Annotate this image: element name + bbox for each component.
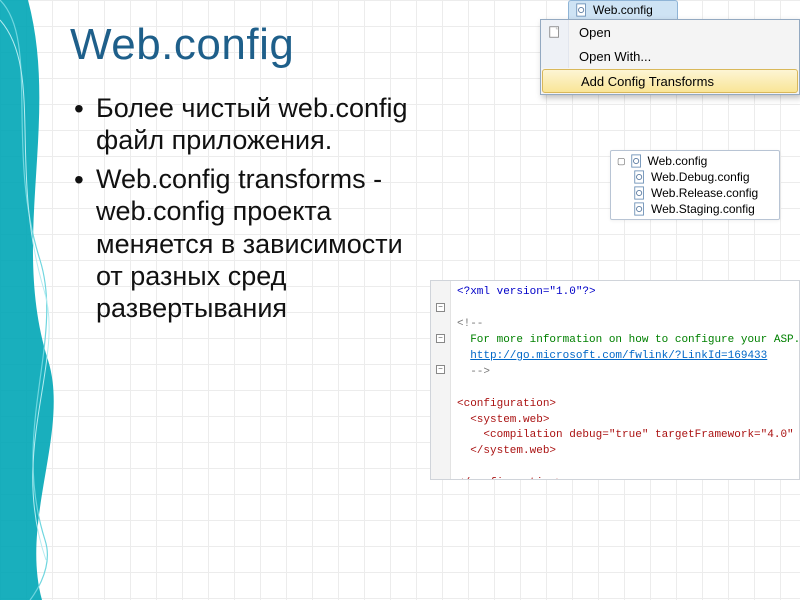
code-editor-screenshot: − − − <?xml version="1.0"?> <!-- For mor…: [430, 280, 800, 480]
code-line: For more information on how to configure…: [470, 334, 799, 346]
code-link[interactable]: http://go.microsoft.com/fwlink/?LinkId=1…: [470, 350, 767, 362]
expand-icon[interactable]: ▢: [617, 156, 626, 167]
code-line: <system.web>: [470, 414, 549, 426]
menu-item-label: Add Config Transforms: [571, 74, 797, 89]
code-line: <?xml version="1.0"?>: [457, 286, 596, 298]
code-gutter: − − −: [431, 281, 451, 479]
code-line: -->: [470, 366, 490, 378]
tree-child-item[interactable]: Web.Release.config: [611, 185, 779, 201]
code-line: <!--: [457, 318, 483, 330]
open-icon: [548, 25, 562, 39]
config-file-icon: [575, 3, 589, 17]
config-file-icon: [633, 202, 647, 216]
tree-child-item[interactable]: Web.Staging.config: [611, 201, 779, 217]
bullet-item: Более чистый web.config файл приложения.: [70, 92, 430, 157]
bullet-list: Более чистый web.config файл приложения.…: [70, 92, 430, 325]
menu-item-label: Open: [569, 25, 799, 40]
decorative-wave: [0, 0, 70, 600]
tree-root-item[interactable]: ▢ Web.config: [611, 153, 779, 169]
tree-child-item[interactable]: Web.Debug.config: [611, 169, 779, 185]
fold-icon[interactable]: −: [436, 303, 445, 312]
code-line: </configuration>: [457, 477, 563, 479]
tree-item-label: Web.Debug.config: [651, 170, 750, 184]
context-menu: Open Open With... Add Config Transforms: [540, 19, 800, 95]
file-tree-screenshot: ▢ Web.config Web.Debug.config Web.Releas…: [610, 150, 780, 220]
config-file-icon: [633, 170, 647, 184]
code-line: </system.web>: [470, 445, 556, 457]
fold-icon[interactable]: −: [436, 334, 445, 343]
tree-item-label: Web.Staging.config: [651, 202, 755, 216]
menu-item-open-with[interactable]: Open With...: [541, 44, 799, 68]
file-header-label: Web.config: [593, 3, 653, 17]
tree-item-label: Web.Release.config: [651, 186, 758, 200]
context-menu-screenshot: Web.config Open Open With... Add Config …: [540, 0, 800, 95]
config-file-icon: [630, 154, 644, 168]
file-header: Web.config: [568, 0, 678, 19]
bullet-item: Web.config transforms - web.config проек…: [70, 163, 430, 325]
code-area: <?xml version="1.0"?> <!-- For more info…: [451, 281, 799, 479]
tree-item-label: Web.config: [648, 154, 708, 168]
menu-item-add-config-transforms[interactable]: Add Config Transforms: [542, 69, 798, 93]
menu-item-open[interactable]: Open: [541, 20, 799, 44]
fold-icon[interactable]: −: [436, 365, 445, 374]
config-file-icon: [633, 186, 647, 200]
menu-item-label: Open With...: [569, 49, 799, 64]
code-line: <compilation debug="true" targetFramewor…: [483, 429, 799, 441]
code-line: <configuration>: [457, 398, 556, 410]
